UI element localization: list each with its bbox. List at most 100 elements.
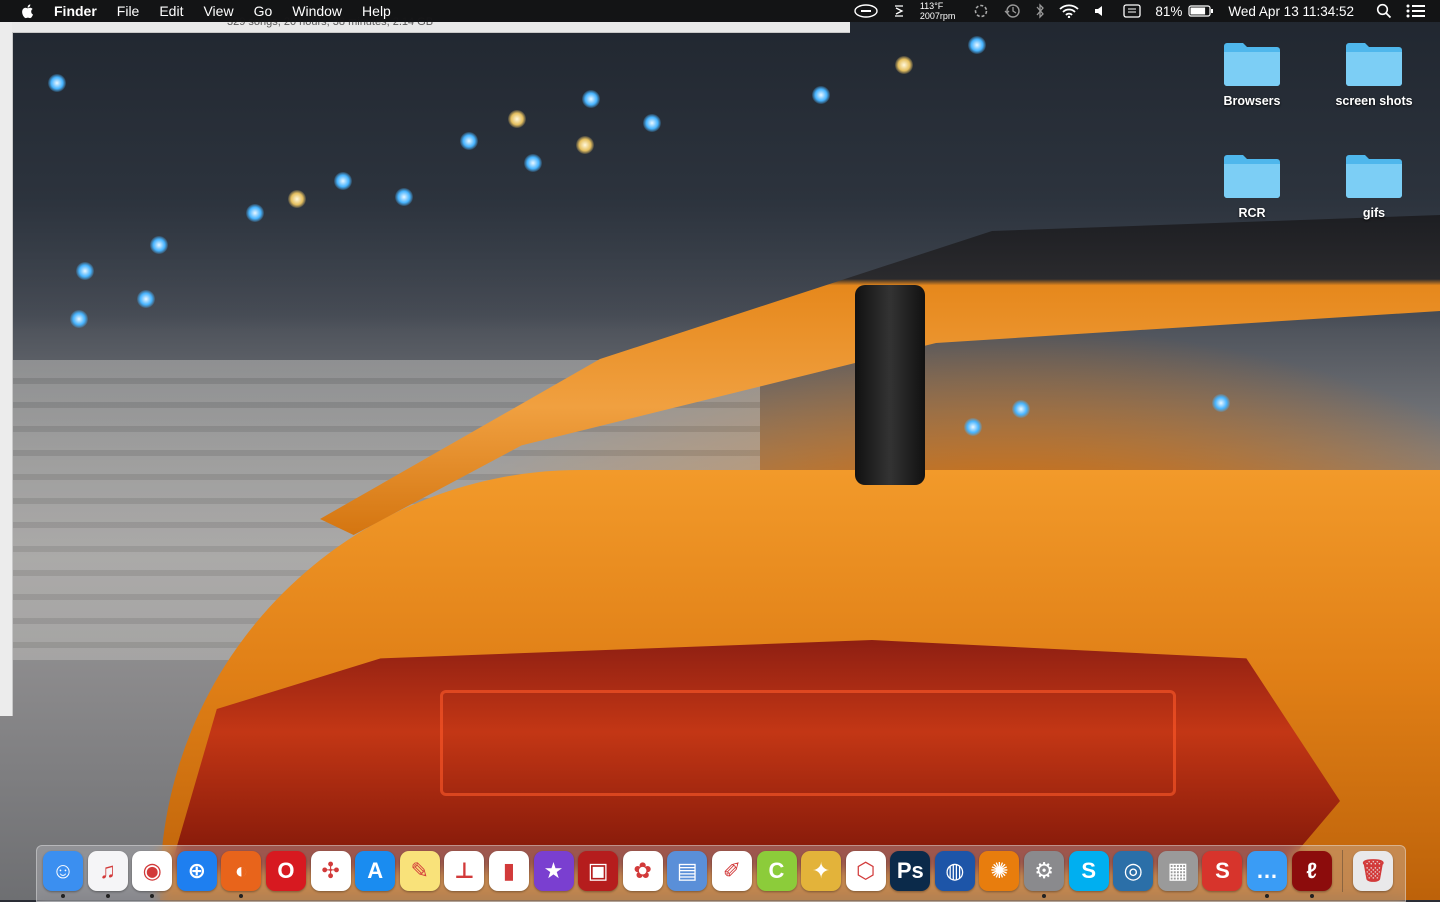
desktop-folder-screen-shots[interactable]: screen shots — [1314, 38, 1434, 108]
dock-icon-glyph: ⬡ — [856, 858, 876, 883]
dock: ☺ ♫ ◉ ⊕ ◐ O ✣ A ✎ ⊥ ▮ ★ ▣ ✿ ▤ ✐ C ✦ ⬡ Ps ◍ ✺ ⚙ S ◎ ▦ S … ℓ 🗑 — [36, 845, 1406, 902]
wallpaper-light — [964, 418, 982, 436]
codea-icon[interactable]: C — [756, 851, 797, 891]
wallpaper-light — [1212, 394, 1230, 412]
time-machine-icon[interactable] — [1003, 3, 1021, 19]
running-indicator — [105, 894, 110, 898]
running-indicator — [61, 894, 65, 898]
wallpaper-spoiler-strut — [855, 285, 925, 485]
temp-gauge[interactable]: 113°F 2007rpm — [920, 1, 956, 21]
wallpaper-light — [395, 188, 413, 206]
menu-window[interactable]: Window — [292, 3, 342, 19]
dock-icon-glyph: ★ — [543, 858, 564, 883]
dock-icon-glyph: ▣ — [587, 858, 609, 883]
wallpaper-light — [137, 290, 155, 308]
desktop-folder-gifs[interactable]: gifs — [1314, 150, 1434, 220]
folder-label: Browsers — [1223, 94, 1281, 108]
calculator-icon[interactable]: ▦ — [1157, 851, 1198, 891]
dock-icon-glyph: ♫ — [99, 858, 116, 883]
trash-icon[interactable]: 🗑 — [1353, 851, 1394, 891]
running-indicator — [1042, 894, 1047, 898]
notification-center-icon[interactable] — [1406, 3, 1426, 19]
chrome-icon[interactable]: ◉ — [132, 851, 173, 898]
numbers-icon[interactable]: ▮ — [488, 851, 529, 891]
imovie-icon[interactable]: ★ — [533, 851, 574, 891]
dock-icon-glyph: ⊥ — [454, 858, 475, 883]
battery-icon[interactable] — [1188, 4, 1214, 18]
image-editor-icon[interactable]: ✦ — [801, 851, 842, 891]
dock-icon-glyph: ✺ — [990, 858, 1009, 883]
sensor-icon[interactable] — [892, 4, 906, 18]
menu-view[interactable]: View — [203, 3, 233, 19]
dock-icon-glyph: ✣ — [321, 858, 340, 883]
firefox-icon[interactable]: ◐ — [221, 851, 262, 898]
gpu-icon[interactable] — [854, 4, 878, 18]
menu-help[interactable]: Help — [362, 3, 391, 19]
menu-go[interactable]: Go — [254, 3, 273, 19]
itunes-window-edge[interactable] — [0, 22, 13, 716]
textedit-icon[interactable]: ✐ — [711, 851, 752, 891]
opera-icon[interactable]: O — [265, 851, 306, 891]
spotlight-icon[interactable] — [1376, 3, 1392, 19]
photoshop-icon[interactable]: Ps — [890, 851, 931, 891]
volume-icon[interactable] — [1093, 4, 1109, 18]
wallpaper-tail-light-detail — [440, 690, 1176, 796]
messages-icon[interactable]: … — [1247, 851, 1288, 898]
google-earth-icon[interactable]: ◍ — [934, 851, 975, 891]
dock-app-list: ☺ ♫ ◉ ⊕ ◐ O ✣ A ✎ ⊥ ▮ ★ ▣ ✿ ▤ ✐ C ✦ ⬡ Ps ◍ ✺ ⚙ S ◎ ▦ S … ℓ 🗑 — [43, 850, 1398, 898]
dock-icon-glyph: C — [768, 858, 785, 883]
dock-icon-glyph: ◍ — [945, 858, 965, 883]
wallpaper-light — [76, 262, 94, 280]
sync-icon[interactable] — [973, 3, 989, 19]
skype-icon[interactable]: S — [1068, 851, 1109, 891]
dock-icon-glyph: ▤ — [676, 858, 698, 883]
folder-label: screen shots — [1335, 94, 1413, 108]
desktop-folder-rcr[interactable]: RCR — [1192, 150, 1312, 220]
folder-icon — [1222, 38, 1282, 88]
dock-icon-glyph: ☺ — [51, 858, 75, 883]
dock-icon-glyph: 🗑 — [1359, 858, 1388, 883]
photos-icon[interactable]: ✿ — [622, 851, 663, 891]
dock-icon-glyph: A — [367, 858, 384, 883]
finder-icon[interactable]: ☺ — [43, 851, 83, 898]
input-menu-icon[interactable] — [1123, 4, 1142, 18]
dock-icon-glyph: ⊕ — [187, 858, 206, 883]
folder-icon — [1344, 38, 1404, 88]
dock-icon-glyph: S — [1081, 858, 1096, 883]
keynote-icon[interactable]: ⊥ — [444, 851, 485, 891]
app-store-icon[interactable]: A — [355, 851, 396, 891]
apple-menu-icon[interactable] — [20, 3, 36, 19]
quartz-icon[interactable]: ◎ — [1113, 851, 1154, 891]
fan-reading: 2007rpm — [919, 11, 956, 21]
running-indicator — [239, 894, 244, 898]
safari-icon[interactable]: ⊕ — [176, 851, 217, 891]
photo-booth-icon[interactable]: ▣ — [578, 851, 619, 891]
desktop-wallpaper — [0, 0, 1440, 900]
stickies-icon[interactable]: ✎ — [399, 851, 440, 891]
blender-icon[interactable]: ✺ — [979, 851, 1020, 891]
sketchup-icon[interactable]: S — [1202, 851, 1243, 891]
wallpaper-light — [288, 190, 306, 208]
desktop-folder-browsers[interactable]: Browsers — [1192, 38, 1312, 108]
dock-icon-glyph: Ps — [896, 858, 924, 883]
wallpaper-light — [1012, 400, 1030, 418]
system-preferences-icon[interactable]: ⚙ — [1024, 851, 1065, 898]
preview-icon[interactable]: ▤ — [667, 851, 708, 891]
app-menu-finder[interactable]: Finder — [54, 3, 97, 19]
menu-bar-clock[interactable]: Wed Apr 13 11:34:52 — [1228, 4, 1354, 19]
menu-file[interactable]: File — [117, 3, 140, 19]
itunes-window[interactable]: 329 songs, 20 hours, 38 minutes, 2.14 GB — [12, 16, 850, 33]
chess-icon[interactable]: ✣ — [310, 851, 351, 891]
folder-icon — [1222, 150, 1282, 200]
running-indicator — [1309, 894, 1314, 898]
acrobat-icon[interactable]: ℓ — [1291, 851, 1332, 898]
wallpaper-light — [643, 114, 661, 132]
menu-edit[interactable]: Edit — [159, 3, 183, 19]
bluetooth-icon[interactable] — [1035, 3, 1045, 19]
wifi-icon[interactable] — [1059, 4, 1079, 18]
wallpaper-light — [334, 172, 352, 190]
wallpaper-light — [508, 110, 526, 128]
itunes-icon[interactable]: ♫ — [87, 851, 128, 898]
wallpaper-light — [70, 310, 88, 328]
graph-tool-icon[interactable]: ⬡ — [845, 851, 886, 891]
